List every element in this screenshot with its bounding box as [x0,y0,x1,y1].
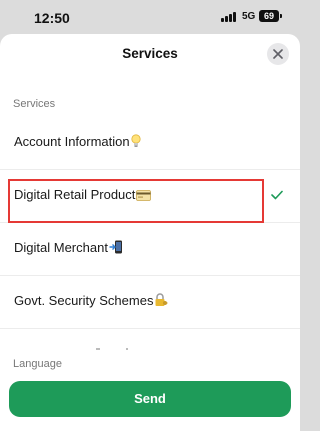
service-item-account-information[interactable]: Account Information [0,117,300,170]
item-label: Govt. Security Schemes [14,293,168,310]
close-icon [273,49,283,59]
section-label-language: Language [13,358,62,370]
divider [0,328,300,329]
network-type-label: 5G [242,11,256,22]
lock-key-icon [154,293,168,310]
item-label: Account Information [14,134,141,151]
status-bar: 12:50 5G 69 [0,0,300,34]
service-item-partial[interactable] [0,330,300,354]
cellular-signal-icon [221,12,238,22]
clipped-text [126,348,128,350]
checkmark-icon [271,190,283,200]
item-label: Digital Merchant [14,240,123,257]
section-label-services: Services [13,98,56,110]
services-sheet: Services Services Account Information Di… [0,34,300,431]
mobile-arrow-icon [109,240,123,257]
battery-tip [280,14,282,18]
service-item-digital-merchant[interactable]: Digital Merchant [0,223,300,276]
battery-icon: 69 [259,10,279,22]
lightbulb-icon [131,134,141,151]
send-button[interactable]: Send [9,381,291,417]
service-item-govt-security-schemes[interactable]: Govt. Security Schemes [0,276,300,329]
close-button[interactable] [267,43,289,65]
clipped-text [96,348,100,350]
selection-highlight-box [8,179,264,223]
status-time: 12:50 [34,10,70,26]
sheet-title: Services [122,46,178,61]
